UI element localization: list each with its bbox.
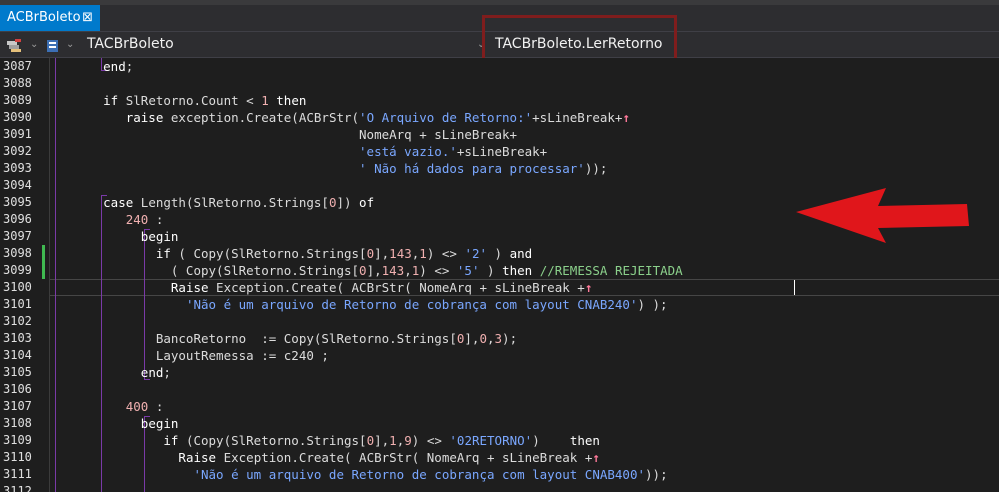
line-number: 3092 [3, 144, 32, 158]
line-number: 3097 [3, 229, 32, 243]
code-line[interactable]: end; [58, 364, 171, 381]
method-dropdown[interactable]: TACBrBoleto.LerRetorno [495, 32, 663, 57]
line-number: 3088 [3, 76, 32, 90]
line-number: 3107 [3, 399, 32, 413]
line-number: 3098 [3, 246, 32, 260]
code-line[interactable]: if ( Copy(SlRetorno.Strings[0],143,1) <>… [58, 245, 532, 262]
code-line[interactable]: raise exception.Create(ACBrStr('O Arquiv… [58, 109, 630, 126]
line-number: 3091 [3, 127, 32, 141]
code-line[interactable]: 400 : [58, 398, 164, 415]
line-number: 3105 [3, 365, 32, 379]
code-line[interactable]: begin [58, 228, 179, 245]
code-line[interactable]: begin [58, 415, 179, 432]
code-line[interactable]: LayoutRemessa := c240 ; [58, 347, 329, 364]
code-line[interactable]: end; [58, 58, 133, 75]
code-line[interactable]: 'Não é um arquivo de Retorno de cobrança… [58, 466, 667, 483]
code-line[interactable]: ' Não há dados para processar')); [58, 160, 607, 177]
gutter-separator [49, 58, 50, 492]
line-number: 3100 [3, 280, 32, 294]
project-icon[interactable] [6, 38, 24, 57]
line-number: 3094 [3, 178, 32, 192]
code-editor[interactable]: 3087 3088 3089 3090 3091 3092 3093 3094 3095 3096… [0, 58, 999, 492]
line-number: 3110 [3, 450, 32, 464]
navigation-bar: ⌄ ⌄ TACBrBoleto ⌄ TACBrBoleto.LerRetorno [0, 31, 999, 58]
tab-acbrboleto[interactable]: ACBrBoleto ⊠ [0, 5, 100, 31]
line-number: 3104 [3, 348, 32, 362]
line-number: 3112 [3, 484, 32, 492]
line-number: 3102 [3, 314, 32, 328]
code-line[interactable]: Raise Exception.Create( ACBrStr( NomeArq… [58, 449, 599, 466]
close-tab-icon[interactable]: ⊠ [82, 5, 93, 31]
line-number: 3089 [3, 93, 32, 107]
code-line[interactable]: 'está vazio.'+sLineBreak+ [58, 143, 547, 160]
changed-line-marker [42, 262, 45, 279]
line-number: 3111 [3, 467, 32, 481]
tab-bar-top-strip [0, 0, 999, 5]
line-number: 3109 [3, 433, 32, 447]
line-number: 3103 [3, 331, 32, 345]
text-caret [794, 280, 795, 295]
code-line[interactable]: BancoRetorno := Copy(SlRetorno.Strings[0… [58, 330, 517, 347]
chevron-down-icon[interactable]: ⌄ [477, 32, 485, 57]
changed-line-marker [42, 245, 45, 262]
code-line[interactable]: 'Não é um arquivo de Retorno de cobrança… [58, 296, 668, 313]
code-line[interactable]: 240 : [58, 211, 164, 228]
tab-label: ACBrBoleto [7, 10, 81, 25]
code-line[interactable]: Raise Exception.Create( ACBrStr( NomeArq… [58, 279, 592, 296]
line-number: 3099 [3, 263, 32, 277]
code-line[interactable]: NomeArq + sLineBreak+ [58, 126, 517, 143]
tab-bar: ACBrBoleto ⊠ [0, 0, 999, 31]
code-line[interactable]: if SlRetorno.Count < 1 then [58, 92, 306, 109]
line-number: 3106 [3, 382, 32, 396]
code-line[interactable]: case Length(SlRetorno.Strings[0]) of [58, 194, 374, 211]
class-dropdown[interactable]: TACBrBoleto [87, 32, 174, 57]
line-number: 3108 [3, 416, 32, 430]
class-icon [46, 38, 60, 57]
line-number: 3096 [3, 212, 32, 226]
structure-guide [55, 58, 56, 492]
code-line[interactable]: if (Copy(SlRetorno.Strings[0],1,9) <> '0… [58, 432, 600, 449]
line-number: 3095 [3, 195, 32, 209]
line-number: 3087 [3, 59, 32, 73]
chevron-down-icon[interactable]: ⌄ [30, 32, 38, 57]
line-number: 3101 [3, 297, 32, 311]
line-number: 3093 [3, 161, 32, 175]
code-line[interactable]: ( Copy(SlRetorno.Strings[0],143,1) <> '5… [58, 262, 683, 279]
line-number: 3090 [3, 110, 32, 124]
chevron-down-icon[interactable]: ⌄ [66, 32, 74, 57]
annotation-arrow [796, 188, 969, 243]
